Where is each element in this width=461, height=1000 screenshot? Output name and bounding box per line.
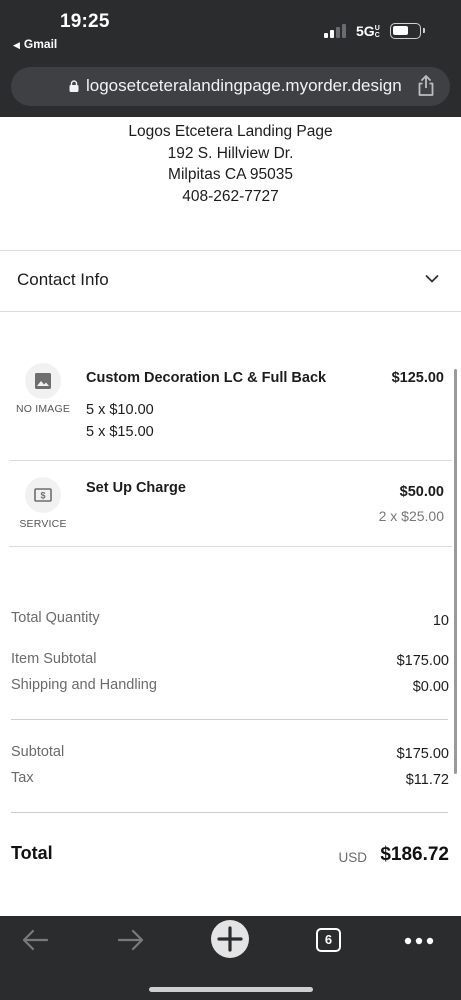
divider [0,311,461,312]
item-name: Custom Decoration LC & Full Back [86,370,327,386]
subtotal-label: Subtotal [11,744,65,760]
contact-info-label: Contact Info [17,270,109,289]
plus-icon [217,926,243,952]
battery-icon [390,23,425,39]
tabs-button[interactable]: 6 [316,928,341,952]
address-bar[interactable]: logosetceteralandingpage.myorder.design [11,67,450,106]
page-content: Logos Etcetera Landing Page 192 S. Hillv… [0,117,461,916]
store-street: 192 S. Hillview Dr. [167,144,294,162]
item-name: Set Up Charge [86,480,186,496]
back-to-app-link[interactable]: ◀ Gmail [13,37,57,51]
back-app-label: Gmail [23,37,58,51]
subtotal-value: $175.00 [396,746,449,762]
item-service-caption: SERVICE [19,518,67,530]
order-item: $ SERVICE Set Up Charge $50.00 2 x $25.0… [9,475,452,547]
item-image-caption: NO IMAGE [15,403,71,415]
total-quantity-value: 10 [432,613,449,629]
shipping-value: $0.00 [412,679,449,695]
browser-top-bar: 19:25 ◀ Gmail 5GUC logosetceteralandingpa… [0,0,461,117]
store-phone[interactable]: 408-262-7727 [0,186,461,208]
lock-icon [69,80,79,92]
item-line: 5 x $15.00 [86,424,154,440]
dollar-bill-icon: $ [25,477,61,513]
forward-arrow-icon[interactable] [117,928,145,952]
item-subtotal-value: $175.00 [396,653,449,669]
total-value: $186.72 [380,844,449,865]
item-price: $50.00 [399,484,444,500]
browser-bottom-toolbar: 6 [0,916,461,1000]
tax-label: Tax [11,770,34,786]
divider [11,812,448,813]
total-label: Total [11,843,53,863]
contact-info-accordion[interactable]: Contact Info [0,251,461,311]
new-tab-button[interactable] [211,920,249,958]
item-line: 5 x $10.00 [86,402,154,418]
item-price: $125.00 [391,370,444,386]
divider [9,460,452,461]
divider [9,546,452,547]
tax-value: $11.72 [405,772,449,788]
item-qty-line: 2 x $25.00 [378,508,444,524]
store-address: Logos Etcetera Landing Page 192 S. Hillv… [0,117,461,207]
image-icon [25,363,61,399]
store-name: Logos Etcetera Landing Page [128,123,333,140]
back-arrow-icon[interactable] [21,928,49,952]
status-time: 19:25 [60,11,110,32]
item-subtotal-label: Item Subtotal [11,651,97,667]
total-currency: USD [338,850,367,865]
url-text: logosetceteralandingpage.myorder.design [86,76,402,95]
shipping-label: Shipping and Handling [11,677,157,693]
signal-icon [324,24,350,38]
network-indicator: 5GUC [356,23,380,40]
chevron-down-icon [425,275,439,283]
home-indicator[interactable] [149,987,313,992]
more-options-icon[interactable] [404,937,434,945]
divider [11,719,448,720]
total-quantity-label: Total Quantity [11,610,100,626]
svg-text:$: $ [40,491,45,501]
store-city: Milpitas CA 95035 [168,166,293,183]
scrollbar[interactable] [454,369,457,774]
back-triangle-icon: ◀ [13,40,20,50]
share-icon[interactable] [416,75,436,97]
order-item: NO IMAGE Custom Decoration LC & Full Bac… [9,360,452,460]
